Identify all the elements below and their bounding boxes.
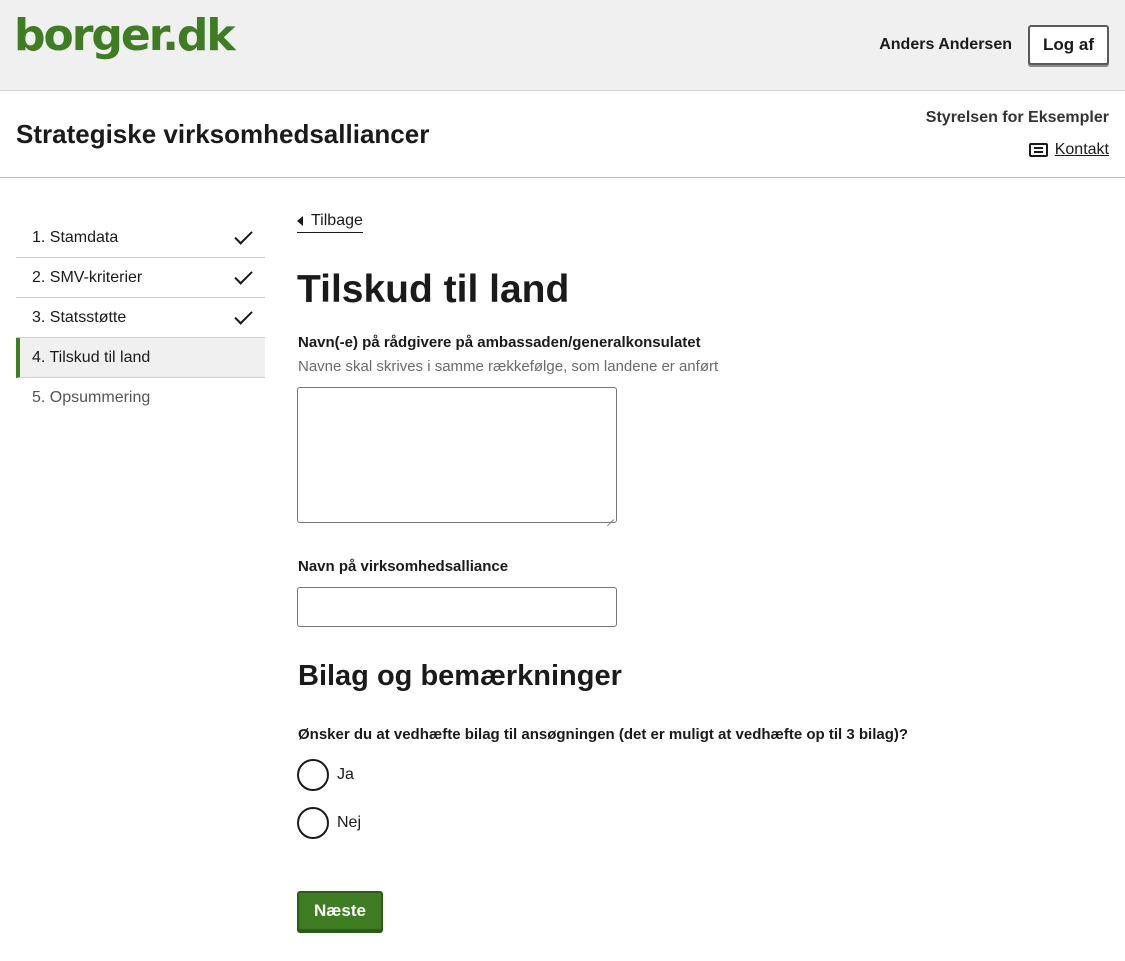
step-navigation: 1. Stamdata 2. SMV-kriterier 3. Statsstø… bbox=[16, 218, 265, 418]
contact-card-icon bbox=[1028, 143, 1048, 157]
user-name: Anders Andersen bbox=[879, 36, 1012, 53]
step-label: 5. Opsummering bbox=[32, 389, 151, 406]
page-title: Tilskud til land bbox=[297, 268, 570, 311]
resize-grip-icon[interactable] bbox=[605, 511, 614, 520]
borger-dk-logo[interactable]: borger.dk bbox=[14, 14, 236, 58]
step-label: 3. Statsstøtte bbox=[32, 308, 127, 326]
attachments-question: Ønsker du at vedhæfte bilag til ansøgnin… bbox=[298, 726, 909, 743]
contact-link-label: Kontakt bbox=[1054, 141, 1109, 158]
service-title: Strategiske virksomhedsalliancer bbox=[16, 119, 430, 149]
contact-link[interactable]: Kontakt bbox=[1028, 141, 1109, 159]
step-label: 2. SMV-kriterier bbox=[32, 268, 143, 286]
advisors-textarea[interactable] bbox=[297, 387, 617, 523]
step-item-opsummering: 5. Opsummering bbox=[16, 378, 265, 418]
back-link-label: Tilbage bbox=[311, 212, 363, 229]
step-item-statsstotte[interactable]: 3. Statsstøtte bbox=[16, 298, 265, 338]
radio-option-yes[interactable]: Ja bbox=[297, 759, 354, 791]
alliance-name-input[interactable] bbox=[297, 587, 617, 627]
checkmark-icon bbox=[237, 229, 249, 247]
step-label: 1. Stamdata bbox=[32, 228, 119, 246]
authority-name: Styrelsen for Eksempler bbox=[925, 109, 1109, 126]
step-label: 4. Tilskud til land bbox=[32, 348, 151, 366]
checkmark-icon bbox=[237, 309, 249, 327]
checkmark-icon bbox=[237, 269, 249, 287]
logout-button[interactable]: Log af bbox=[1028, 25, 1109, 65]
back-link[interactable]: Tilbage bbox=[297, 212, 363, 233]
service-header: Strategiske virksomhedsalliancer Styrels… bbox=[0, 91, 1125, 178]
site-header: borger.dk Anders Andersen Log af bbox=[0, 0, 1125, 91]
radio-label-no: Nej bbox=[337, 814, 362, 831]
caret-left-icon bbox=[297, 216, 303, 226]
section-title-attachments: Bilag og bemærkninger bbox=[298, 660, 622, 692]
step-item-tilskud-til-land[interactable]: 4. Tilskud til land bbox=[16, 338, 265, 378]
radio-button[interactable] bbox=[297, 759, 329, 791]
advisors-hint: Navne skal skrives i samme rækkefølge, s… bbox=[298, 358, 719, 375]
step-item-smv-kriterier[interactable]: 2. SMV-kriterier bbox=[16, 258, 265, 298]
alliance-name-label: Navn på virksomhedsalliance bbox=[298, 558, 509, 575]
radio-label-yes: Ja bbox=[337, 766, 354, 783]
step-item-stamdata[interactable]: 1. Stamdata bbox=[16, 218, 265, 258]
next-button[interactable]: Næste bbox=[297, 891, 383, 931]
advisors-label: Navn(-e) på rådgivere på ambassaden/gene… bbox=[298, 334, 701, 351]
radio-button[interactable] bbox=[297, 807, 329, 839]
radio-option-no[interactable]: Nej bbox=[297, 807, 361, 839]
